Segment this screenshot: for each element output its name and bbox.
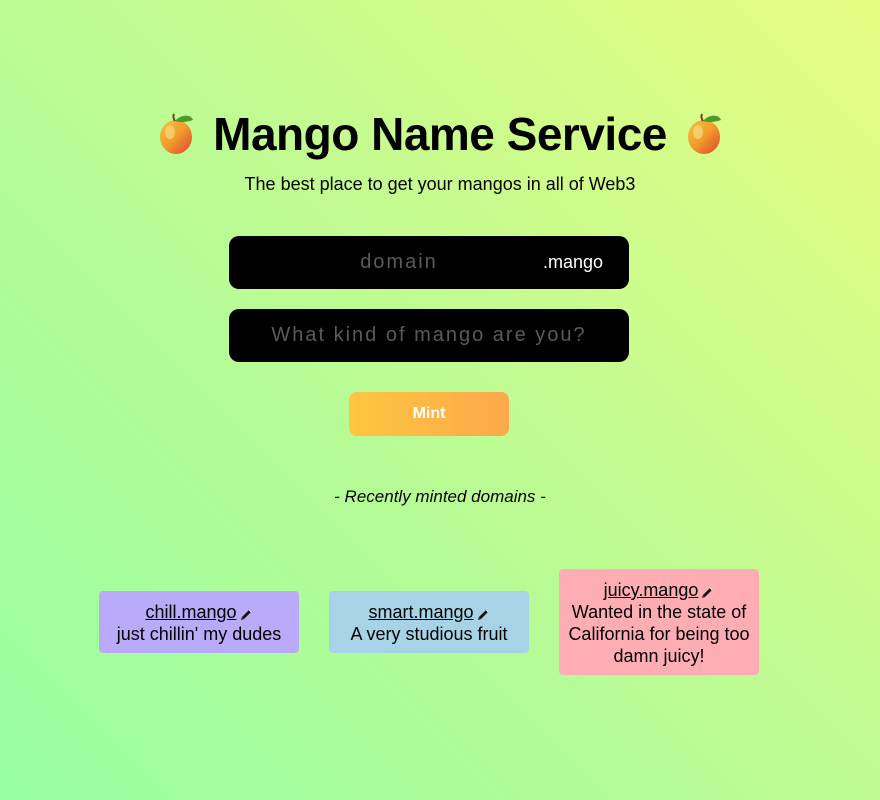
mango-icon	[155, 112, 197, 156]
record-field	[229, 309, 629, 362]
domain-record-smart: A very studious fruit	[350, 624, 508, 644]
mint-button[interactable]: Mint	[349, 392, 509, 436]
pencil-icon[interactable]	[239, 605, 253, 620]
page: Mango Name Service The best place to get…	[0, 0, 880, 800]
mango-icon	[683, 112, 725, 156]
domain-link-chill[interactable]: chill.mango	[145, 601, 236, 623]
card-name-row: smart.mango	[337, 601, 521, 623]
subtitle: The best place to get your mangos in all…	[244, 174, 636, 194]
domain-field: .mango	[229, 236, 629, 289]
domain-link-smart[interactable]: smart.mango	[368, 601, 473, 623]
pencil-icon[interactable]	[700, 583, 714, 598]
recent-domains-list: chill.mango just chillin' my dudes smart…	[99, 552, 759, 692]
pencil-icon[interactable]	[476, 605, 490, 620]
domain-card-juicy: juicy.mango Wanted in the state of Calif…	[559, 569, 759, 675]
domain-card-smart: smart.mango A very studious fruit	[329, 591, 529, 653]
page-title: Mango Name Service	[213, 108, 667, 160]
recent-heading: - Recently minted domains -	[334, 487, 546, 506]
tld-suffix: .mango	[542, 252, 603, 272]
domain-card-chill: chill.mango just chillin' my dudes	[99, 591, 299, 653]
domain-record-juicy: Wanted in the state of California for be…	[568, 602, 750, 666]
card-name-row: juicy.mango	[567, 579, 751, 601]
domain-link-juicy[interactable]: juicy.mango	[604, 579, 699, 601]
domain-input[interactable]	[249, 236, 549, 289]
card-name-row: chill.mango	[107, 601, 291, 623]
record-input[interactable]	[229, 309, 629, 362]
header: Mango Name Service	[0, 106, 880, 162]
domain-record-chill: just chillin' my dudes	[116, 624, 282, 644]
